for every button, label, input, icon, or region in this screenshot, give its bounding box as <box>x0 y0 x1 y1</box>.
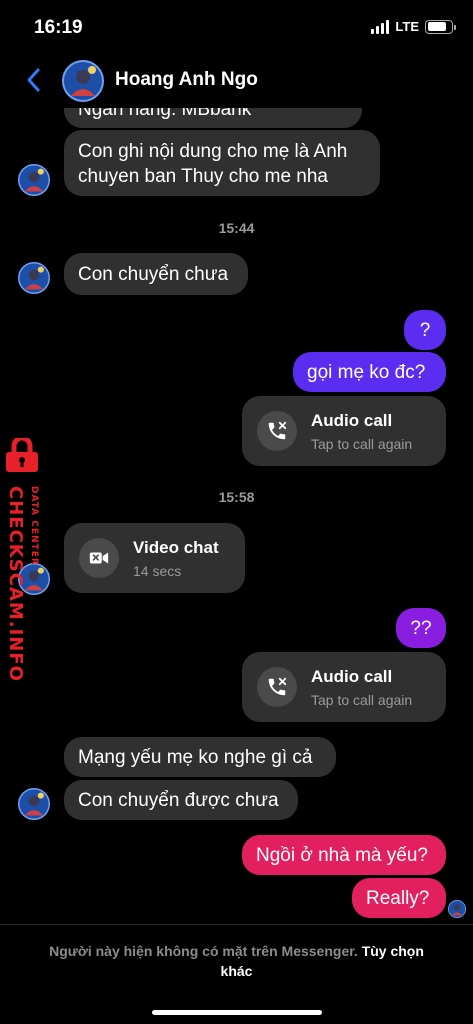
message-bubble-incoming[interactable]: Con chuyển chưa <box>64 253 248 295</box>
lock-icon <box>2 435 50 479</box>
contact-avatar[interactable] <box>18 164 50 196</box>
video-chat-card[interactable]: Video chat 14 secs <box>64 523 245 593</box>
watermark-text: CHECKSCAM.INFO <box>5 486 26 682</box>
call-title: Video chat <box>133 538 219 557</box>
message-text: ? <box>419 320 431 341</box>
message-bubble-incoming[interactable]: Mạng yếu mẹ ko nghe gì cả <box>64 737 336 777</box>
unavailable-notice: Người này hiện không có mặt trên Messeng… <box>40 941 433 981</box>
message-text: gọi mẹ ko đc? <box>307 362 426 383</box>
call-title: Audio call <box>311 411 393 430</box>
message-text: Ngồi ở nhà mà yếu? <box>256 845 428 866</box>
call-subtitle: Tap to call again <box>311 436 413 452</box>
message-bubble-outgoing[interactable]: Really? <box>352 878 446 918</box>
message-text: ?? <box>410 618 432 639</box>
audio-call-card[interactable]: Audio call Tap to call again <box>242 652 446 722</box>
notice-text: Người này hiện không có mặt trên Messeng… <box>49 943 358 959</box>
contact-avatar[interactable] <box>18 788 50 820</box>
message-bubble-outgoing[interactable]: Ngồi ở nhà mà yếu? <box>242 835 446 875</box>
audio-call-card[interactable]: Audio call Tap to call again <box>242 396 446 466</box>
call-subtitle: 14 secs <box>133 563 182 579</box>
signal-icon <box>371 19 390 34</box>
message-bubble-incoming[interactable]: Con ghi nội dung cho mẹ là Anh chuyen ba… <box>64 130 380 196</box>
contact-avatar[interactable] <box>62 60 104 102</box>
video-camera-icon <box>79 538 119 578</box>
message-bubble-outgoing[interactable]: gọi mẹ ko đc? <box>293 352 446 392</box>
message-bubble-incoming[interactable]: Con chuyển được chưa <box>64 780 298 820</box>
message-text: Really? <box>366 888 430 909</box>
watermark: CHECKSCAM.INFO DATA CENTER <box>0 435 50 682</box>
message-text: Con chuyển chưa <box>78 264 229 285</box>
call-subtitle: Tap to call again <box>311 692 413 708</box>
timestamp: 15:44 <box>218 220 255 236</box>
read-receipt-avatar <box>448 900 466 918</box>
home-indicator[interactable] <box>152 1010 322 1015</box>
timestamp: 15:58 <box>218 489 255 505</box>
status-time: 16:19 <box>34 17 83 38</box>
chevron-left-icon[interactable] <box>22 66 46 94</box>
battery-icon <box>425 19 456 34</box>
message-bubble-outgoing[interactable]: ?? <box>396 608 446 648</box>
status-indicators: LTE <box>371 19 456 34</box>
call-title: Audio call <box>311 667 393 686</box>
watermark-subtext: DATA CENTER <box>29 486 39 566</box>
network-label: LTE <box>395 19 419 34</box>
message-text: Con ghi nội dung cho mẹ là Anh chuyen ba… <box>78 141 348 187</box>
message-text: Con chuyển được chưa <box>78 790 279 811</box>
missed-call-icon <box>257 411 297 451</box>
contact-name[interactable]: Hoang Anh Ngo <box>115 69 258 91</box>
message-text: Mạng yếu mẹ ko nghe gì cả <box>78 747 313 768</box>
contact-avatar[interactable] <box>18 262 50 294</box>
footer: Người này hiện không có mặt trên Messeng… <box>0 924 473 1024</box>
conversation-header: Hoang Anh Ngo <box>0 52 473 108</box>
missed-call-icon <box>257 667 297 707</box>
status-bar: 16:19 LTE <box>0 0 473 52</box>
message-bubble-outgoing[interactable]: ? <box>404 310 446 350</box>
